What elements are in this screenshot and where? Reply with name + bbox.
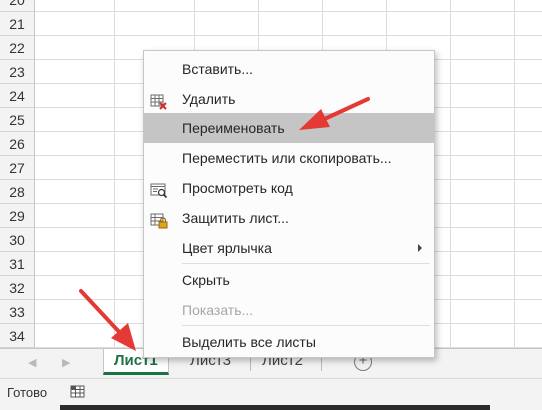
menu-separator: [182, 263, 430, 264]
menu-item-label: Просмотреть код: [182, 180, 293, 196]
row-header[interactable]: 25: [0, 108, 35, 132]
taskbar-edge: [60, 405, 490, 410]
delete-sheet-icon: [150, 91, 168, 110]
row-header[interactable]: 28: [0, 180, 35, 204]
menu-item-select-all-sheets[interactable]: Выделить все листы: [144, 327, 434, 357]
menu-item-label: Выделить все листы: [182, 334, 316, 350]
row-header[interactable]: 32: [0, 276, 35, 300]
menu-item-label: Защитить лист...: [182, 210, 289, 226]
menu-item-label: Цвет ярлычка: [182, 240, 272, 256]
sheet-context-menu: Вставить... Удалить Переименовать Переме…: [143, 50, 435, 358]
row-header[interactable]: 26: [0, 132, 35, 156]
row-header[interactable]: 20: [0, 0, 35, 12]
menu-item-tab-color[interactable]: Цвет ярлычка: [144, 233, 434, 263]
macro-record-icon[interactable]: [70, 385, 86, 402]
row-header[interactable]: 22: [0, 36, 35, 60]
menu-item-protect-sheet[interactable]: Защитить лист...: [144, 203, 434, 233]
menu-item-label: Показать...: [182, 302, 254, 318]
row-header[interactable]: 29: [0, 204, 35, 228]
menu-item-move-or-copy[interactable]: Переместить или скопировать...: [144, 143, 434, 173]
menu-item-hide[interactable]: Скрыть: [144, 265, 434, 295]
row-header[interactable]: 31: [0, 252, 35, 276]
menu-separator: [182, 325, 430, 326]
menu-item-label: Переименовать: [182, 120, 285, 136]
grid-row: 21: [0, 12, 542, 36]
menu-item-rename[interactable]: Переименовать: [144, 113, 434, 143]
menu-item-unhide: Показать...: [144, 295, 434, 325]
menu-item-view-code[interactable]: Просмотреть код: [144, 173, 434, 203]
row-header[interactable]: 30: [0, 228, 35, 252]
menu-item-label: Скрыть: [182, 272, 230, 288]
view-code-icon: [150, 180, 168, 199]
row-header[interactable]: 23: [0, 60, 35, 84]
row-header[interactable]: 34: [0, 324, 35, 348]
row-header[interactable]: 24: [0, 84, 35, 108]
scroll-tabs-right-icon[interactable]: ▶: [62, 356, 70, 369]
menu-item-label: Удалить: [182, 91, 236, 107]
row-header[interactable]: 21: [0, 12, 35, 36]
row-header[interactable]: 27: [0, 156, 35, 180]
menu-item-label: Переместить или скопировать...: [182, 150, 392, 166]
protect-sheet-icon: [150, 210, 168, 229]
row-header[interactable]: 33: [0, 300, 35, 324]
status-bar: Готово: [0, 378, 542, 405]
scroll-tabs-left-icon[interactable]: ◀: [28, 356, 36, 369]
submenu-arrow-icon: [418, 244, 422, 252]
menu-item-delete[interactable]: Удалить: [144, 84, 434, 114]
status-text: Готово: [7, 385, 48, 400]
menu-item-label: Вставить...: [182, 61, 254, 77]
grid-row: 20: [0, 0, 542, 12]
menu-item-insert[interactable]: Вставить...: [144, 54, 434, 84]
